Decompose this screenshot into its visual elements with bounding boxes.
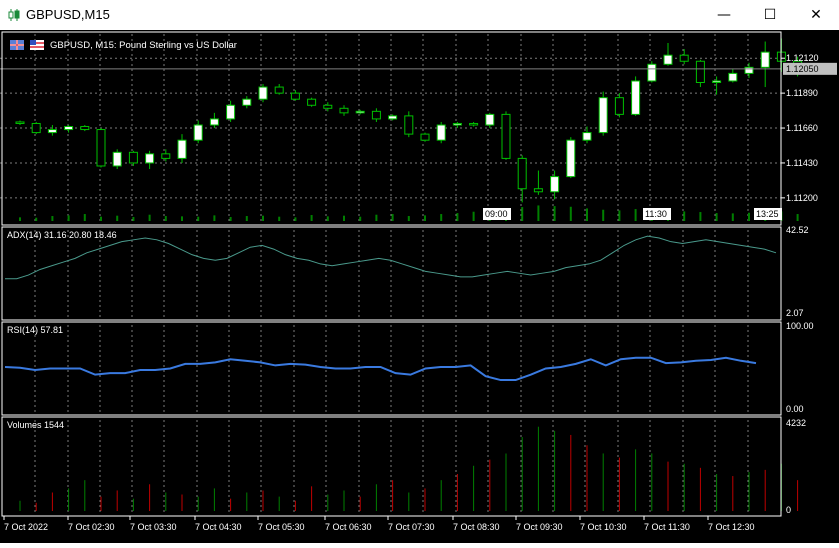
- price-axis-label: 1.12120: [786, 53, 819, 63]
- candle: [242, 98, 252, 106]
- candle: [695, 60, 705, 83]
- rsi-line: [4, 356, 757, 382]
- time-axis-label: 7 Oct 08:30: [453, 522, 500, 532]
- candle: [614, 97, 624, 115]
- mt-chart-window: GBPUSD,M15 — ☐ ✕ GBPUSD, M15: Pound Ster…: [0, 0, 839, 543]
- volumes-label: Volumes 1544: [7, 420, 64, 430]
- current-price-label: 1.12050: [786, 64, 819, 74]
- candle: [128, 151, 138, 164]
- candle: [209, 118, 219, 126]
- candle: [420, 133, 430, 141]
- candle: [355, 110, 365, 114]
- time-marker: 11:30: [645, 209, 667, 219]
- candle: [307, 98, 317, 106]
- time-axis-label: 7 Oct 12:30: [708, 522, 755, 532]
- chart-area[interactable]: GBPUSD, M15: Pound Sterling vs US Dollar…: [0, 30, 839, 543]
- price-axis-label: 1.11430: [786, 158, 818, 168]
- close-icon: ✕: [810, 7, 822, 23]
- time-axis-label: 7 Oct 2022: [4, 522, 48, 532]
- minimize-button[interactable]: —: [701, 0, 747, 30]
- time-axis-label: 7 Oct 02:30: [68, 522, 115, 532]
- time-axis-label: 7 Oct 10:30: [580, 522, 627, 532]
- symbol-description: GBPUSD, M15: Pound Sterling vs US Dollar: [50, 40, 237, 51]
- candle: [728, 72, 738, 82]
- candle: [290, 92, 300, 100]
- candle: [112, 151, 122, 167]
- chart-header: GBPUSD, M15: Pound Sterling vs US Dollar: [10, 40, 237, 51]
- candle: [712, 80, 722, 84]
- adx-line: [5, 235, 777, 280]
- time-axis-label: 7 Oct 06:30: [325, 522, 372, 532]
- candle: [274, 86, 284, 94]
- candle: [485, 113, 495, 126]
- candle: [64, 126, 74, 131]
- candle: [436, 124, 446, 141]
- time-axis-label: 7 Oct 07:30: [388, 522, 435, 532]
- candle: [388, 115, 398, 120]
- close-button[interactable]: ✕: [793, 0, 839, 30]
- candle: [452, 122, 462, 126]
- candle: [371, 110, 381, 120]
- candle: [15, 121, 25, 124]
- candle: [550, 176, 560, 193]
- title-bar[interactable]: GBPUSD,M15 — ☐ ✕: [0, 0, 839, 30]
- candle: [760, 51, 770, 68]
- price-axis-label: 1.11890: [786, 88, 818, 98]
- candle: [404, 115, 414, 135]
- candle: [631, 80, 641, 115]
- candle: [145, 153, 155, 164]
- candle: [47, 129, 57, 134]
- candle: [31, 122, 41, 134]
- candle: [96, 129, 106, 167]
- candle: [80, 126, 90, 131]
- time-axis-label: 7 Oct 04:30: [195, 522, 242, 532]
- maximize-button[interactable]: ☐: [747, 0, 793, 30]
- candle: [533, 188, 543, 193]
- candle: [598, 97, 608, 134]
- candle: [647, 63, 657, 82]
- chart-canvas[interactable]: GBPUSD, M15: Pound Sterling vs US Dollar…: [0, 30, 839, 543]
- adx-axis-min: 2.07: [786, 308, 804, 318]
- time-marker: 09:00: [485, 209, 508, 219]
- candle: [469, 122, 479, 126]
- adx-axis-max: 42.52: [786, 225, 809, 235]
- rsi-axis-min: 0.00: [786, 404, 804, 414]
- chart-candles-icon: [8, 9, 20, 21]
- maximize-icon: ☐: [763, 7, 777, 23]
- candle: [177, 139, 187, 159]
- time-axis-label: 7 Oct 11:30: [644, 522, 690, 532]
- rsi-label: RSI(14) 57.81: [7, 325, 63, 335]
- volume-axis-max: 4232: [786, 418, 806, 428]
- candle: [501, 113, 511, 159]
- price-axis-label: 1.11200: [786, 193, 818, 203]
- minimize-icon: —: [717, 7, 731, 23]
- candle: [339, 107, 349, 114]
- candle: [663, 54, 673, 65]
- adx-label: ADX(14) 31.16 20.80 18.46: [7, 230, 117, 240]
- candle: [226, 104, 236, 120]
- candle: [744, 66, 754, 74]
- rsi-axis-max: 100.00: [786, 321, 814, 331]
- time-marker: 13:25: [756, 209, 779, 219]
- window-title: GBPUSD,M15: [26, 7, 110, 22]
- candle: [161, 153, 171, 159]
- price-axis-label: 1.11660: [786, 123, 818, 133]
- time-axis-label: 7 Oct 09:30: [516, 522, 563, 532]
- candle: [323, 104, 333, 109]
- candle: [582, 132, 592, 141]
- candle: [679, 54, 689, 62]
- candle: [517, 157, 527, 190]
- time-axis-label: 7 Oct 05:30: [258, 522, 305, 532]
- candle: [566, 139, 576, 178]
- volume-axis-min: 0: [786, 505, 791, 515]
- time-axis-label: 7 Oct 03:30: [130, 522, 177, 532]
- candle: [258, 86, 268, 100]
- candle: [193, 124, 203, 141]
